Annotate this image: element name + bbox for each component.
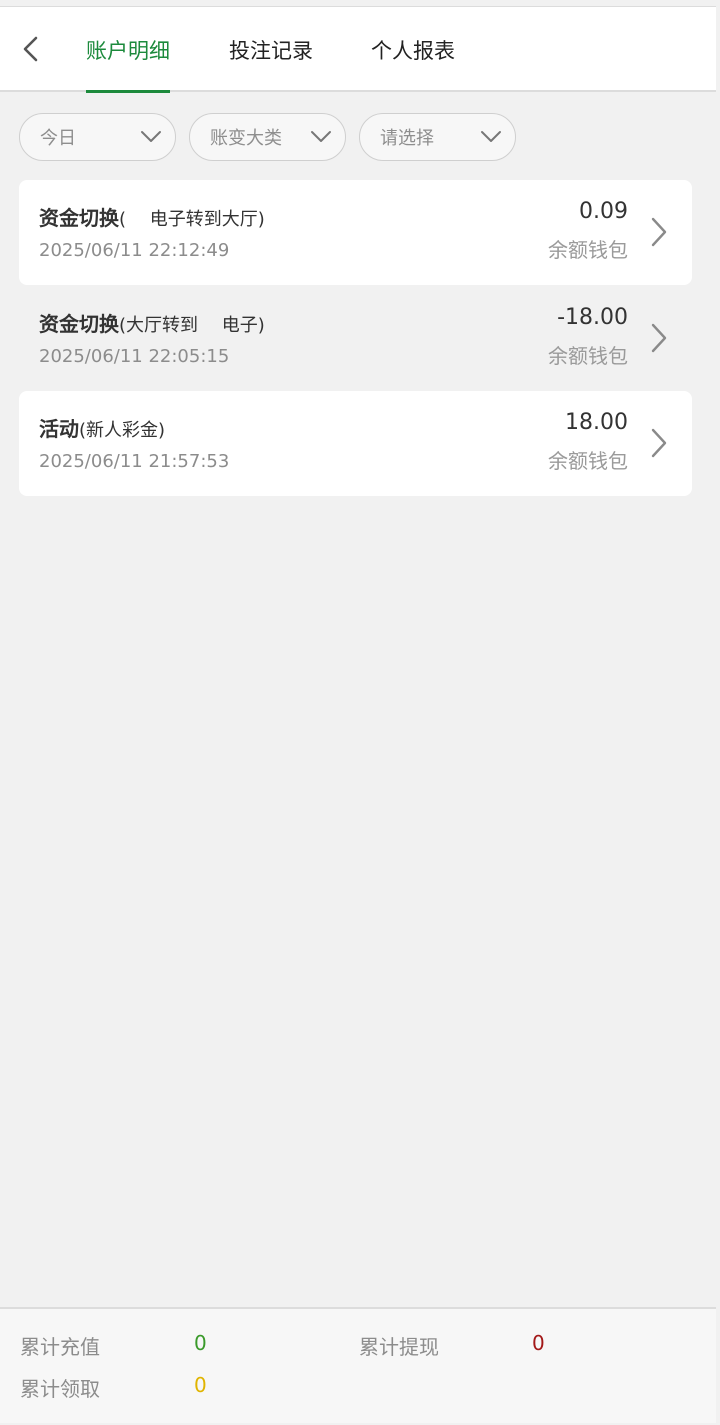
record-wallet: 余额钱包 bbox=[548, 344, 628, 368]
filter-value: 账变大类 bbox=[210, 128, 282, 149]
chevron-left-icon bbox=[23, 36, 38, 62]
back-button[interactable] bbox=[14, 31, 48, 67]
tab-bet-records[interactable]: 投注记录 bbox=[229, 7, 313, 92]
record-title: 资金切换(大厅转到 电子) bbox=[39, 308, 265, 337]
tab-label: 个人报表 bbox=[371, 38, 455, 63]
record-wallet: 余额钱包 bbox=[548, 449, 628, 473]
record-detail: (新人彩金) bbox=[79, 420, 166, 441]
list-item[interactable]: 活动(新人彩金) 2025/06/11 21:57:53 18.00 余额钱包 bbox=[19, 391, 692, 496]
filter-value: 请选择 bbox=[380, 128, 434, 149]
record-detail: ( 电子转到大厅) bbox=[119, 209, 265, 230]
list-item[interactable]: 资金切换(大厅转到 电子) 2025/06/11 22:05:15 -18.00… bbox=[19, 286, 692, 391]
record-amount: 0.09 bbox=[579, 199, 628, 224]
total-deposit-label: 累计充值 bbox=[20, 1335, 100, 1359]
record-title: 活动(新人彩金) bbox=[39, 413, 165, 442]
total-claimed-label: 累计领取 bbox=[20, 1377, 100, 1401]
record-amount: -18.00 bbox=[557, 305, 628, 330]
chevron-down-icon bbox=[141, 131, 161, 142]
total-withdraw-value: 0 bbox=[532, 1331, 545, 1355]
date-filter-select[interactable]: 今日 bbox=[19, 113, 176, 161]
record-wallet: 余额钱包 bbox=[548, 238, 628, 262]
tab-personal-report[interactable]: 个人报表 bbox=[371, 7, 455, 92]
filter-value: 今日 bbox=[40, 128, 76, 149]
summary-footer: 累计充值 0 累计提现 0 累计领取 0 bbox=[0, 1307, 716, 1423]
tab-account-details[interactable]: 账户明细 bbox=[86, 7, 170, 93]
chevron-right-icon bbox=[651, 428, 667, 458]
record-type: 资金切换 bbox=[39, 206, 119, 230]
record-detail: (大厅转到 电子) bbox=[119, 315, 265, 336]
chevron-right-icon bbox=[651, 323, 667, 353]
record-time: 2025/06/11 21:57:53 bbox=[39, 451, 230, 472]
tab-label: 账户明细 bbox=[86, 38, 170, 63]
category-filter-select[interactable]: 账变大类 bbox=[189, 113, 346, 161]
record-time: 2025/06/11 22:05:15 bbox=[39, 346, 230, 367]
chevron-right-icon bbox=[651, 217, 667, 247]
total-deposit-value: 0 bbox=[194, 1331, 207, 1355]
record-title: 资金切换( 电子转到大厅) bbox=[39, 202, 265, 231]
total-claimed-value: 0 bbox=[194, 1373, 207, 1397]
chevron-down-icon bbox=[311, 131, 331, 142]
chevron-down-icon bbox=[481, 131, 501, 142]
top-nav: 账户明细 投注记录 个人报表 bbox=[0, 6, 716, 93]
total-withdraw-label: 累计提现 bbox=[359, 1335, 439, 1359]
app: 账户明细 投注记录 个人报表 今日 账变大类 请选择 资金切换( 电子转到大厅)… bbox=[0, 0, 720, 1425]
subtype-filter-select[interactable]: 请选择 bbox=[359, 113, 516, 161]
record-type: 活动 bbox=[39, 417, 79, 441]
record-amount: 18.00 bbox=[565, 410, 628, 435]
record-type: 资金切换 bbox=[39, 312, 119, 336]
record-time: 2025/06/11 22:12:49 bbox=[39, 240, 230, 261]
tab-label: 投注记录 bbox=[229, 38, 313, 63]
list-item[interactable]: 资金切换( 电子转到大厅) 2025/06/11 22:12:49 0.09 余… bbox=[19, 180, 692, 285]
